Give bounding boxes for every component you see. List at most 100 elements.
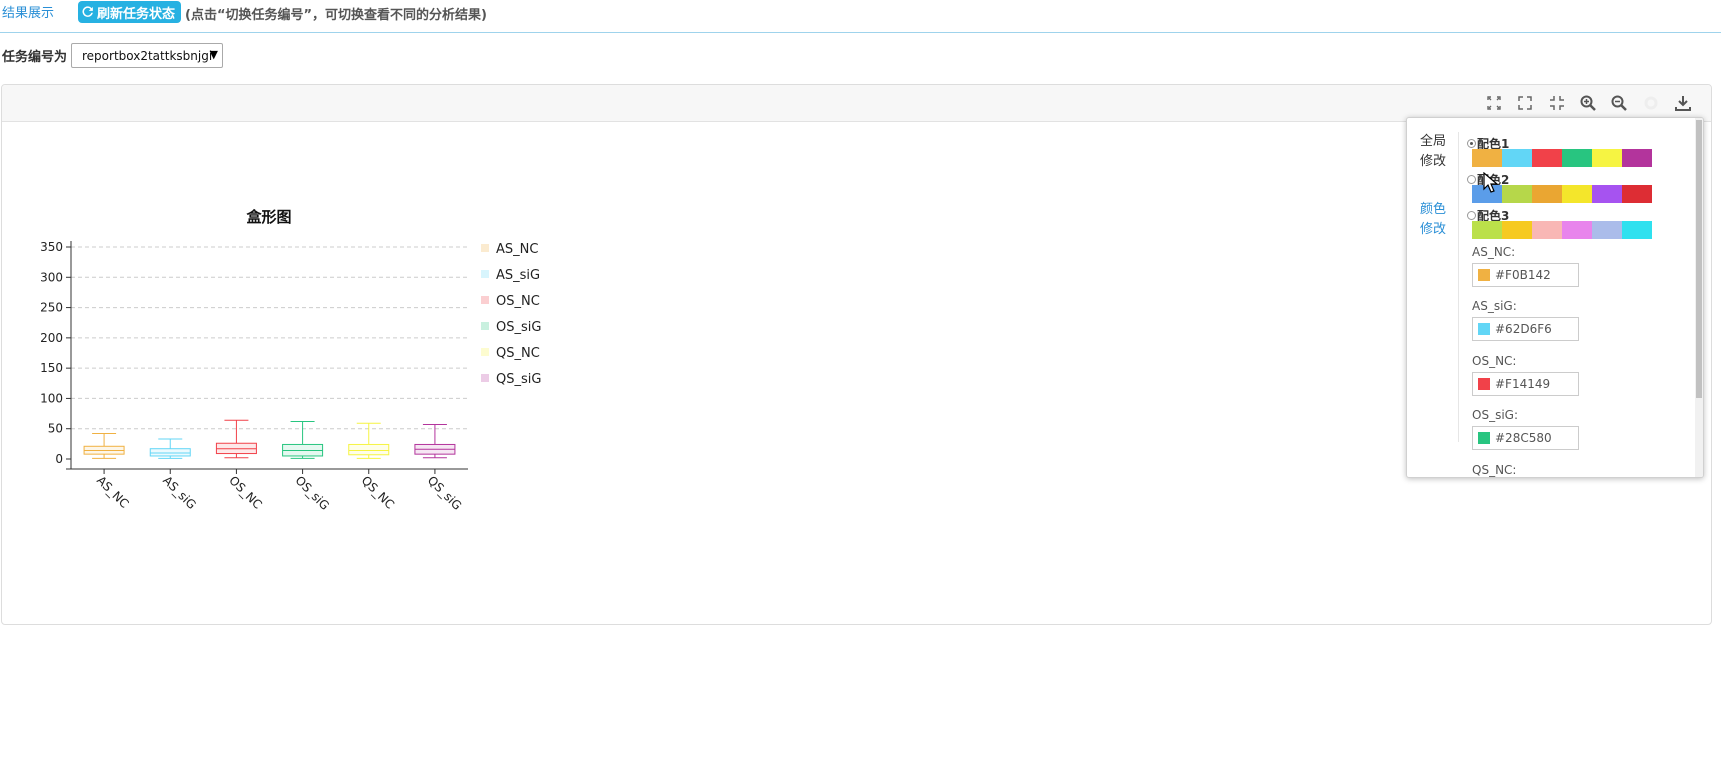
color-swatch[interactable] <box>1562 185 1592 203</box>
color-swatch <box>1478 378 1490 390</box>
settings-icon[interactable] <box>1641 93 1661 113</box>
color-input[interactable]: #F14149 <box>1472 372 1579 396</box>
color-modify-label-1: 颜色 <box>1420 202 1447 217</box>
color-hex: #62D6F6 <box>1495 322 1552 336</box>
x-tick-label: AS_NC <box>94 473 132 511</box>
box-as-sig <box>149 438 191 459</box>
legend-swatch <box>481 348 489 356</box>
color-swatch[interactable] <box>1472 221 1502 239</box>
box-iqr <box>348 443 390 456</box>
series-color-as-nc: AS_NC: #F0B142 <box>1472 245 1579 287</box>
x-tick-label: AS_siG <box>160 473 199 512</box>
scrollbar-thumb[interactable] <box>1696 120 1702 398</box>
color-swatch[interactable] <box>1622 149 1652 167</box>
legend-label: AS_siG <box>496 268 540 283</box>
x-tick-label: OS_siG <box>292 473 332 513</box>
scheme-swatches[interactable] <box>1472 149 1652 167</box>
chart-legend: AS_NC AS_siG OS_NC OS_siG QS_NC QS_siG <box>481 242 541 387</box>
y-axis: 0 50 100 150 200 250 300 350 <box>40 240 72 469</box>
fit-screen-icon[interactable] <box>1484 93 1504 113</box>
color-swatch[interactable] <box>1622 185 1652 203</box>
series-color-as-sig: AS_siG: #62D6F6 <box>1472 299 1579 341</box>
y-tick-label: 50 <box>48 422 63 436</box>
y-tick-label: 250 <box>40 301 63 315</box>
series-color-qs-nc: QS_NC: <box>1472 463 1516 477</box>
radio-icon[interactable] <box>1467 211 1476 220</box>
box-as-nc <box>83 433 125 459</box>
global-modify-tab[interactable]: 全局 修改 <box>1420 132 1446 172</box>
legend-label: QS_siG <box>496 372 541 387</box>
scheme-swatches[interactable] <box>1472 185 1652 203</box>
radio-icon[interactable] <box>1467 139 1476 148</box>
color-hex: #28C580 <box>1495 431 1552 445</box>
color-input[interactable]: #62D6F6 <box>1472 317 1579 341</box>
download-icon[interactable] <box>1673 93 1693 113</box>
x-tick-label: QS_NC <box>359 473 397 511</box>
color-swatch[interactable] <box>1592 185 1622 203</box>
color-swatch[interactable] <box>1562 149 1592 167</box>
legend-label: QS_NC <box>496 346 540 361</box>
box-qs-sig <box>414 423 456 459</box>
color-swatch[interactable] <box>1562 221 1592 239</box>
box-iqr <box>149 448 191 457</box>
x-axis: AS_NC AS_siG OS_NC OS_siG QS_NC QS_siG <box>66 468 468 513</box>
legend-label: AS_NC <box>496 242 538 257</box>
color-input[interactable]: #F0B142 <box>1472 263 1579 287</box>
fullscreen-icon[interactable] <box>1515 93 1535 113</box>
chart-title: 盒形图 <box>245 208 291 226</box>
global-modify-label-2: 修改 <box>1420 154 1447 169</box>
popup-divider <box>1458 132 1459 442</box>
chart-boxes <box>83 419 456 459</box>
y-tick-label: 350 <box>40 240 63 254</box>
color-swatch[interactable] <box>1502 221 1532 239</box>
series-name: AS_NC: <box>1472 245 1516 259</box>
y-tick-label: 300 <box>40 270 63 284</box>
mouse-cursor-icon <box>1483 172 1499 193</box>
color-swatch[interactable] <box>1472 149 1502 167</box>
color-swatch[interactable] <box>1532 221 1562 239</box>
color-swatch[interactable] <box>1592 221 1622 239</box>
radio-icon[interactable] <box>1467 175 1476 184</box>
legend-swatch <box>481 296 489 304</box>
series-name: AS_siG: <box>1472 299 1517 313</box>
legend-swatch <box>481 270 489 278</box>
zoom-out-icon[interactable] <box>1609 93 1629 113</box>
zoom-in-icon[interactable] <box>1578 93 1598 113</box>
series-color-os-sig: OS_siG: #28C580 <box>1472 408 1579 450</box>
scheme-swatches[interactable] <box>1472 221 1652 239</box>
box-plot-chart: 盒形图 0 50 100 150 200 250 300 350 AS_NC AS_siG OS_… <box>40 208 541 513</box>
global-modify-label-1: 全局 <box>1420 134 1447 149</box>
color-swatch[interactable] <box>1502 149 1532 167</box>
y-tick-label: 0 <box>55 452 63 466</box>
color-swatch[interactable] <box>1532 149 1562 167</box>
color-swatch <box>1478 269 1490 281</box>
color-modify-tab[interactable]: 颜色 修改 <box>1420 200 1446 240</box>
color-swatch[interactable] <box>1622 221 1652 239</box>
y-tick-label: 100 <box>40 391 63 405</box>
exit-fullscreen-icon[interactable] <box>1547 93 1567 113</box>
legend-swatch <box>481 322 489 330</box>
series-name: OS_NC: <box>1472 354 1517 368</box>
color-swatch <box>1478 323 1490 335</box>
color-hex: #F14149 <box>1495 377 1551 391</box>
color-swatch[interactable] <box>1592 149 1622 167</box>
popup-scrollbar[interactable] <box>1695 118 1703 477</box>
series-color-os-nc: OS_NC: #F14149 <box>1472 354 1579 396</box>
chart-grid <box>71 246 468 430</box>
legend-label: OS_NC <box>496 294 540 309</box>
x-tick-label: OS_NC <box>226 473 264 511</box>
color-modify-label-2: 修改 <box>1420 222 1447 237</box>
y-tick-label: 150 <box>40 361 63 375</box>
color-swatch[interactable] <box>1502 185 1532 203</box>
color-input[interactable]: #28C580 <box>1472 426 1579 450</box>
color-swatch <box>1478 432 1490 444</box>
legend-swatch <box>481 244 489 252</box>
y-tick-label: 200 <box>40 331 63 345</box>
series-name: OS_siG: <box>1472 408 1518 422</box>
box-os-nc <box>215 419 257 459</box>
color-swatch[interactable] <box>1532 185 1562 203</box>
box-os-sig <box>282 420 324 459</box>
x-tick-label: QS_siG <box>425 473 465 513</box>
legend-swatch <box>481 374 489 382</box>
legend-label: OS_siG <box>496 320 541 335</box>
